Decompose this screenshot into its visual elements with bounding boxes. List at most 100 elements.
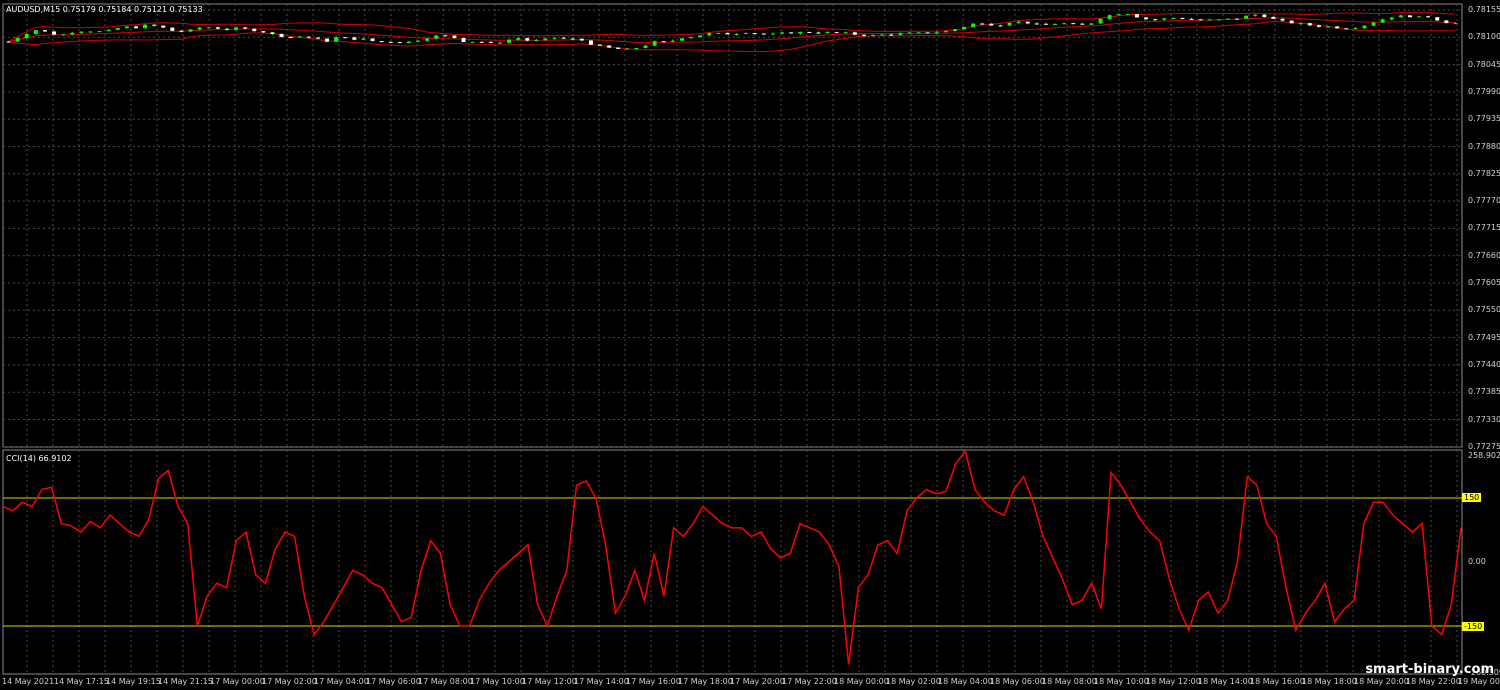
candle-bull xyxy=(197,27,202,30)
candle-bull xyxy=(1089,23,1094,25)
candle-bull xyxy=(124,26,129,29)
candle-bear xyxy=(224,28,229,30)
time-scale-label: 18 May 02:00 xyxy=(886,677,941,686)
candle-bull xyxy=(679,38,684,41)
candle-bear xyxy=(752,33,757,35)
time-scale-label: 17 May 06:00 xyxy=(366,677,421,686)
candle-bull xyxy=(406,41,411,43)
candle-bear xyxy=(834,32,839,34)
candle-bull xyxy=(1171,17,1176,19)
candle-bull xyxy=(61,34,66,36)
candle-bear xyxy=(661,41,666,43)
candle-bull xyxy=(643,45,648,49)
candle-bull xyxy=(689,37,694,39)
candle-bear xyxy=(379,41,384,43)
time-scale-label: 17 May 20:00 xyxy=(730,677,785,686)
candle-bull xyxy=(907,32,912,34)
candle-bull xyxy=(234,27,239,30)
candle-bull xyxy=(743,33,748,35)
candle-bear xyxy=(598,44,603,46)
cci-level-high-tag: 150 xyxy=(1462,493,1482,502)
candle-bear xyxy=(288,36,293,38)
candle-bear xyxy=(525,38,530,41)
time-scale-label: 17 May 16:00 xyxy=(626,677,681,686)
candle-bull xyxy=(1125,14,1130,16)
candle-bear xyxy=(561,37,566,39)
time-scale-label: 18 May 10:00 xyxy=(1094,677,1149,686)
candle-bull xyxy=(470,41,475,43)
candle-bull xyxy=(798,32,803,34)
time-scale-label: 14 May 17:15 xyxy=(54,677,109,686)
candle-bear xyxy=(1316,25,1321,27)
candle-bull xyxy=(1244,15,1249,19)
candle-bull xyxy=(416,40,421,42)
candle-bear xyxy=(161,25,166,28)
cci-scale-top: 258.9023 xyxy=(1468,451,1500,460)
time-scale-label: 18 May 12:00 xyxy=(1146,677,1201,686)
cci-panel-frame xyxy=(2,449,1463,675)
chart-symbol-title: AUDUSD,M15 0.75179 0.75184 0.75121 0.751… xyxy=(6,5,203,14)
candle-bull xyxy=(534,39,539,41)
price-scale-label: 0.78100 xyxy=(1468,32,1500,42)
cci-scale-zero: 0.00 xyxy=(1468,557,1486,566)
bollinger-bands xyxy=(8,11,1456,53)
candle-bull xyxy=(1007,22,1012,26)
time-scale-label: 17 May 22:00 xyxy=(782,677,837,686)
candle-bull xyxy=(716,32,721,34)
time-scale-label: 18 May 08:00 xyxy=(1042,677,1097,686)
candle-bear xyxy=(461,37,466,42)
price-scale-label: 0.78045 xyxy=(1468,59,1500,69)
candle-bear xyxy=(279,33,284,37)
candle-bear xyxy=(397,42,402,44)
candle-bear xyxy=(861,34,866,36)
candle-bear xyxy=(1435,17,1440,21)
candle-bear xyxy=(1134,14,1139,18)
candle-bear xyxy=(352,37,357,40)
candle-bear xyxy=(1235,18,1240,20)
candle-bear xyxy=(1198,19,1203,21)
candle-bull xyxy=(497,42,502,44)
candle-bear xyxy=(443,35,448,37)
candle-bear xyxy=(1180,17,1185,19)
candle-bull xyxy=(1453,23,1458,25)
time-scale-label: 17 May 10:00 xyxy=(470,677,525,686)
candle-bear xyxy=(1071,23,1076,25)
candle-bear xyxy=(616,47,621,49)
candle-bull xyxy=(898,33,903,35)
candle-bear xyxy=(6,41,11,43)
candle-bull xyxy=(780,32,785,34)
main-panel-frame xyxy=(2,3,1463,448)
candle-bear xyxy=(152,24,157,26)
candle-bull xyxy=(1371,22,1376,26)
trading-chart-canvas[interactable] xyxy=(0,0,1500,690)
candle-bull xyxy=(1353,28,1358,30)
candle-bear xyxy=(889,34,894,36)
candle-bear xyxy=(980,23,985,25)
candle-bull xyxy=(1380,19,1385,23)
cci-title: CCI(14) 66.9102 xyxy=(6,454,72,463)
candle-bear xyxy=(170,27,175,31)
candle-bull xyxy=(943,31,948,33)
time-scale-label: 18 May 04:00 xyxy=(938,677,993,686)
candle-bear xyxy=(1153,19,1158,21)
candle-bull xyxy=(334,37,339,42)
candle-bear xyxy=(42,30,47,32)
time-scale-label: 17 May 18:00 xyxy=(678,677,733,686)
candle-bull xyxy=(934,32,939,34)
candle-bear xyxy=(579,38,584,41)
candle-bear xyxy=(925,32,930,34)
candle-bear xyxy=(243,27,248,29)
candle-bear xyxy=(452,35,457,38)
time-scale-label: 18 May 00:00 xyxy=(834,677,889,686)
time-scale-label: 14 May 19:15 xyxy=(106,677,161,686)
candle-bull xyxy=(434,35,439,39)
candle-bull xyxy=(297,36,302,38)
panel-frames xyxy=(2,3,1463,675)
candle-bull xyxy=(106,29,111,32)
time-scale-label: 17 May 04:00 xyxy=(314,677,369,686)
candle-bear xyxy=(1280,18,1285,21)
candle-bear xyxy=(1043,23,1048,25)
candle-bull xyxy=(1417,16,1422,18)
candle-bull xyxy=(1162,18,1167,20)
candle-bull xyxy=(916,32,921,34)
